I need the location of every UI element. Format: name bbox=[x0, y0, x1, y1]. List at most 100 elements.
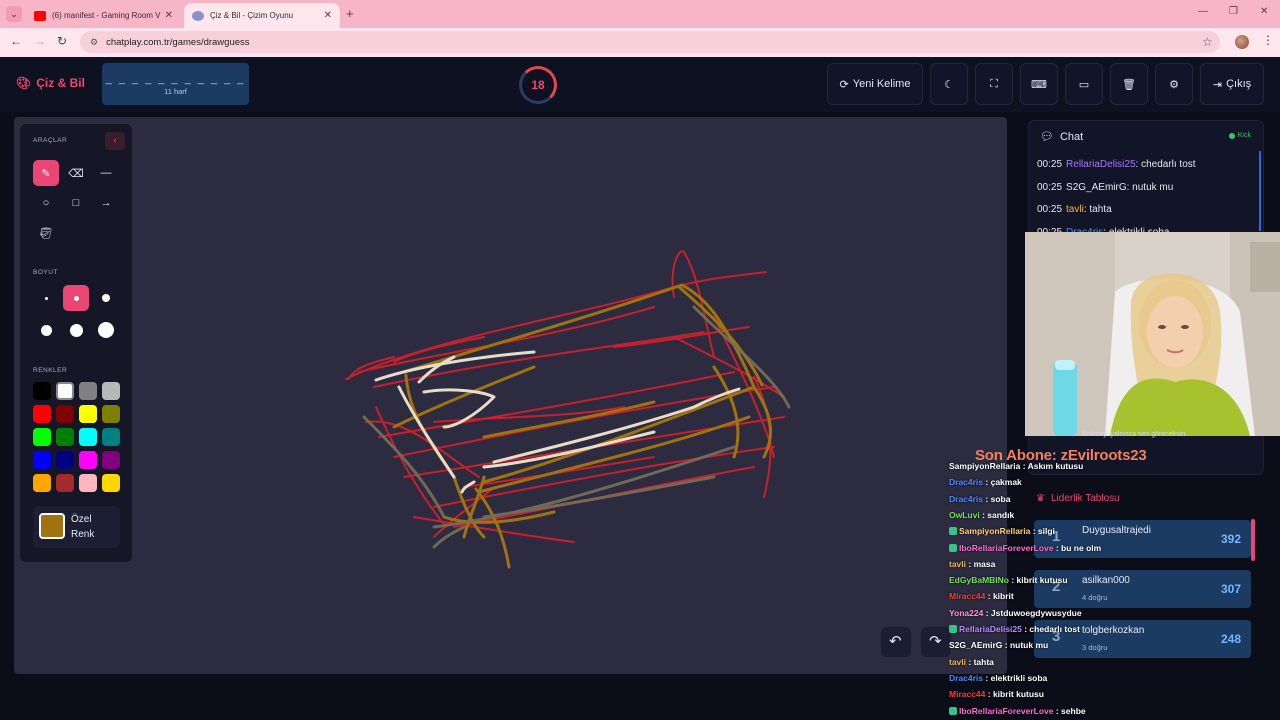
app-logo[interactable]: 🎨︎ Çiz & Bil bbox=[16, 76, 85, 90]
window-close-icon[interactable]: ✕ bbox=[1260, 6, 1268, 17]
close-tab-icon[interactable]: ✕ bbox=[324, 10, 332, 21]
streamer-webcam bbox=[1025, 232, 1280, 436]
overlay-chat-line: OwLuvi : sandık bbox=[949, 510, 1014, 520]
close-tab-icon[interactable]: ✕ bbox=[165, 10, 173, 21]
overlay-user: Drac4ris bbox=[949, 672, 984, 683]
back-icon[interactable]: ← bbox=[10, 34, 22, 48]
exit-button[interactable]: ⇥ Çıkış bbox=[1200, 63, 1264, 105]
settings-button[interactable]: ⚙ bbox=[1155, 63, 1193, 105]
brush-tool-button[interactable]: ✎ bbox=[33, 160, 59, 186]
browser-tab-youtube[interactable]: (6) manifest - Gaming Room V ✕ bbox=[26, 3, 181, 28]
overlay-chat-line: tavli : tahta bbox=[949, 657, 994, 667]
new-word-button[interactable]: ⟳ Yeni Kelime bbox=[827, 63, 923, 105]
new-tab-icon[interactable]: + bbox=[346, 6, 354, 21]
chat-header: 💬︎ Chat bbox=[1040, 130, 1083, 144]
overlay-user: IboRellariaForeverLove bbox=[959, 705, 1054, 716]
minimize-icon[interactable]: — bbox=[1198, 6, 1208, 17]
color-swatch[interactable] bbox=[79, 382, 97, 400]
restore-icon[interactable]: ❐ bbox=[1229, 6, 1238, 17]
exit-label: Çıkış bbox=[1226, 78, 1252, 90]
profile-avatar[interactable] bbox=[1235, 35, 1249, 49]
color-swatch[interactable] bbox=[102, 451, 120, 469]
color-swatch[interactable] bbox=[102, 428, 120, 446]
custom-color-button[interactable]: Özel Renk bbox=[33, 506, 120, 548]
size-option-1[interactable] bbox=[33, 285, 59, 311]
browser-tab-game[interactable]: Çiz & Bil - Çizim Oyunu ✕ bbox=[184, 3, 340, 28]
leaderboard-score: 248 bbox=[1220, 632, 1241, 646]
keyboard-button[interactable]: ⌨ bbox=[1020, 63, 1058, 105]
color-swatch[interactable] bbox=[56, 428, 74, 446]
dark-mode-button[interactable]: ☾ bbox=[930, 63, 968, 105]
chat-user[interactable]: tavli bbox=[1066, 204, 1084, 215]
arrow-tool-button[interactable]: → bbox=[93, 190, 119, 216]
archive-button[interactable]: ▭ bbox=[1065, 63, 1103, 105]
webcam-image bbox=[1025, 232, 1280, 436]
color-swatch[interactable] bbox=[56, 474, 74, 492]
overlay-text: Askım kutusu bbox=[1027, 461, 1084, 471]
chat-scrollbar[interactable] bbox=[1259, 151, 1261, 231]
color-swatch[interactable] bbox=[33, 382, 51, 400]
forward-icon[interactable]: → bbox=[34, 34, 46, 48]
bookmark-star-icon[interactable]: ☆ bbox=[1202, 35, 1213, 49]
color-swatch[interactable] bbox=[56, 451, 74, 469]
youtube-icon bbox=[34, 10, 46, 21]
redo-icon[interactable]: ↷ bbox=[929, 632, 942, 650]
game-favicon-icon bbox=[192, 10, 204, 21]
overlay-text: masa bbox=[973, 558, 996, 569]
color-swatch[interactable] bbox=[79, 428, 97, 446]
color-swatch[interactable] bbox=[79, 474, 97, 492]
overlay-text: silgi bbox=[1037, 526, 1055, 537]
chat-text: tahta bbox=[1089, 204, 1112, 215]
circle-tool-button[interactable]: ○ bbox=[33, 190, 59, 216]
collapse-panel-button[interactable]: ‹ bbox=[105, 132, 125, 150]
tab-search-dropdown-icon[interactable]: ⌄ bbox=[6, 6, 22, 22]
line-tool-button[interactable]: — bbox=[93, 160, 119, 186]
size-option-6[interactable] bbox=[93, 317, 119, 343]
overlay-text: tahta bbox=[973, 656, 994, 667]
color-swatch[interactable] bbox=[79, 405, 97, 423]
size-option-4[interactable] bbox=[33, 317, 59, 343]
leaderboard-title: Liderlik Tablosu bbox=[1050, 493, 1120, 504]
color-swatch[interactable] bbox=[33, 474, 51, 492]
size-option-3[interactable] bbox=[93, 285, 119, 311]
undo-icon[interactable]: ↶ bbox=[889, 632, 902, 650]
color-swatch[interactable] bbox=[102, 382, 120, 400]
overlay-colon: : bbox=[966, 558, 974, 569]
url-field[interactable]: ⚙ chatplay.com.tr/games/drawguess bbox=[80, 31, 1220, 53]
custom-color-swatch[interactable] bbox=[39, 513, 65, 539]
color-swatch[interactable] bbox=[33, 451, 51, 469]
kick-label: Kick bbox=[1237, 132, 1251, 139]
color-swatch[interactable] bbox=[33, 405, 51, 423]
color-swatch[interactable] bbox=[33, 428, 51, 446]
browser-menu-icon[interactable]: ⋮ bbox=[1262, 33, 1274, 47]
color-swatch[interactable] bbox=[102, 474, 120, 492]
overlay-colon: : bbox=[1053, 542, 1062, 553]
leaderboard-score: 307 bbox=[1220, 582, 1241, 596]
chat-user[interactable]: S2G_AEmirG bbox=[1066, 182, 1127, 193]
overlay-text: chedarlı tost bbox=[1029, 624, 1080, 634]
chat-user[interactable]: RellariaDelisi25 bbox=[1066, 159, 1135, 170]
size-option-2[interactable] bbox=[63, 285, 89, 311]
color-swatch[interactable] bbox=[56, 405, 74, 423]
fill-tool-button[interactable]: 🪣︎ bbox=[33, 220, 59, 246]
color-swatch[interactable] bbox=[56, 382, 74, 400]
overlay-chat-line: Drac4ris : çakmak bbox=[949, 477, 1022, 487]
tools-panel: ARAÇLAR ‹ ✎ ⌫ — ○ □ → 🪣︎ BOYUT RENKLER Ö… bbox=[20, 124, 132, 562]
overlay-user: EdGyBaMBINo bbox=[949, 575, 1009, 586]
color-swatch[interactable] bbox=[79, 451, 97, 469]
line-icon: — bbox=[100, 167, 112, 179]
reload-icon[interactable]: ↻ bbox=[57, 34, 67, 48]
site-info-icon[interactable]: ⚙ bbox=[90, 37, 98, 48]
overlay-user: Miracc44 bbox=[949, 591, 986, 602]
paint-bucket-icon: 🪣︎ bbox=[39, 227, 53, 240]
drawing-canvas[interactable] bbox=[14, 117, 1007, 674]
fullscreen-button[interactable]: ⛶ bbox=[975, 63, 1013, 105]
size-option-5[interactable] bbox=[63, 317, 89, 343]
eraser-tool-button[interactable]: ⌫ bbox=[63, 160, 89, 186]
rectangle-tool-button[interactable]: □ bbox=[63, 190, 89, 216]
circle-icon: ○ bbox=[42, 197, 50, 209]
word-dashes: _ _ _ _ _ _ _ _ _ _ _ bbox=[105, 73, 246, 85]
overlay-chat-line: IboRellariaForeverLove : bu ne olm bbox=[949, 543, 1101, 553]
clear-canvas-button[interactable]: 🗑︎ bbox=[1110, 63, 1148, 105]
color-swatch[interactable] bbox=[102, 405, 120, 423]
